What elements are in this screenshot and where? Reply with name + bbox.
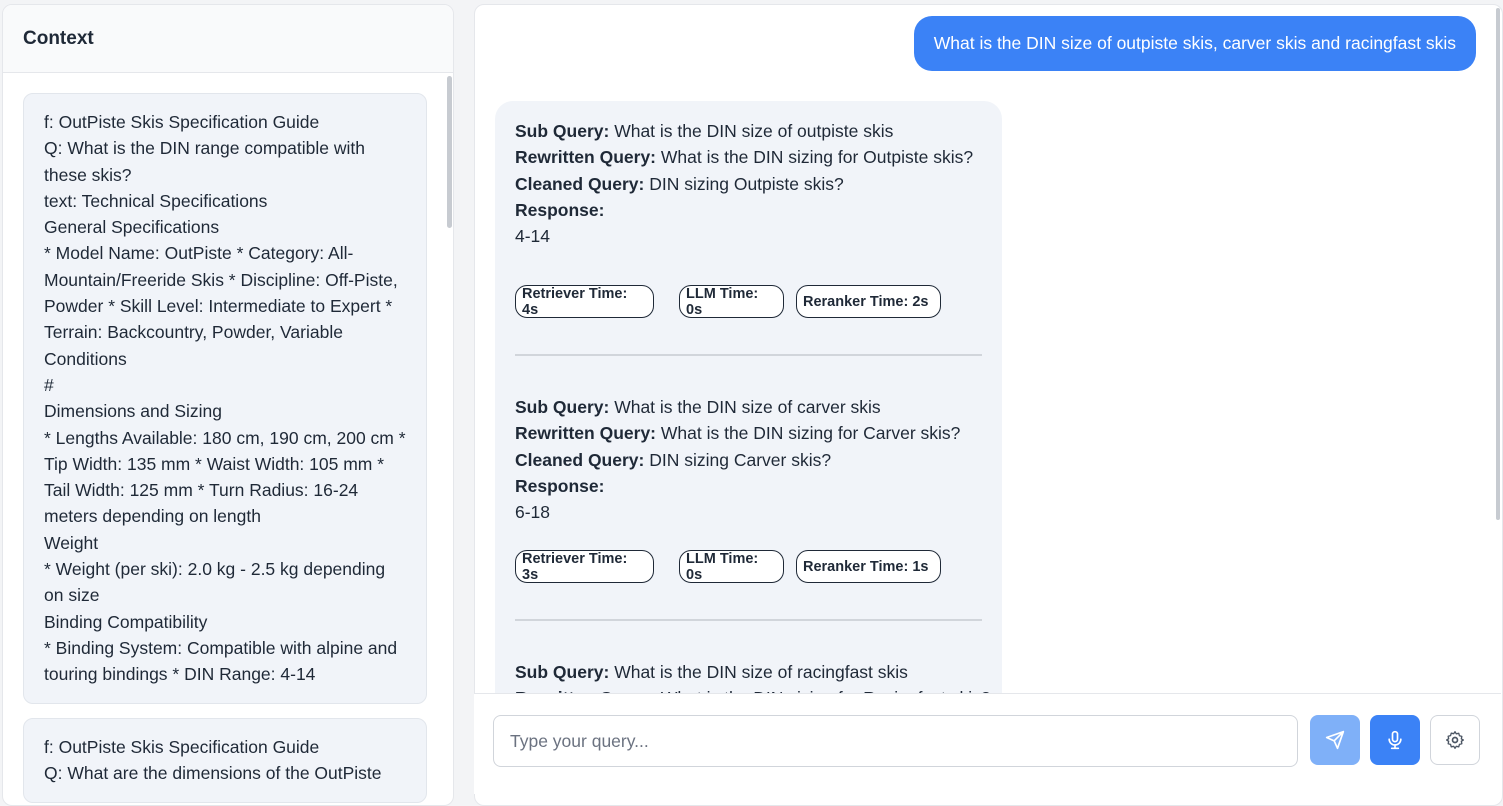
send-icon	[1325, 730, 1345, 750]
context-line: Weight	[44, 532, 99, 553]
response-text: 4-14	[515, 226, 551, 247]
response-label: Response:	[515, 199, 605, 220]
context-line: f: OutPiste Skis Specification Guide	[44, 112, 320, 132]
context-line: Q: What is the DIN range compatible with…	[44, 138, 370, 185]
reranker-time-badge: Reranker Time: 1s	[796, 550, 941, 583]
rewritten-query-text: What is the DIN sizing for Outpiste skis…	[660, 147, 974, 168]
llm-time-badge: LLM Time: 0s	[679, 285, 784, 318]
assistant-response-card: Sub Query: What is the DIN size of outpi…	[495, 101, 1002, 721]
context-line: Binding Compatibility	[44, 611, 208, 632]
retriever-time-badge: Retriever Time: 4s	[515, 285, 654, 318]
reranker-time-badge: Reranker Time: 2s	[796, 285, 941, 318]
rewritten-query-label: Rewritten Query:	[515, 147, 656, 168]
context-line: * Lengths Available: 180 cm, 190 cm, 200…	[44, 427, 411, 527]
user-message: What is the DIN size of outpiste skis, c…	[913, 16, 1476, 71]
context-card: f: OutPiste Skis Specification Guide Q: …	[23, 718, 427, 803]
sub-query-block: Sub Query: What is the DIN size of outpi…	[515, 118, 973, 249]
context-line: * Binding System: Compatible with alpine…	[44, 637, 402, 685]
query-input[interactable]	[493, 715, 1298, 767]
retriever-time-badge: Retriever Time: 3s	[515, 550, 654, 583]
timing-badges: Retriever Time: 4s LLM Time: 0s Reranker…	[515, 285, 941, 318]
cleaned-query-text: DIN sizing Outpiste skis?	[649, 173, 844, 194]
context-scrollbar[interactable]	[447, 76, 452, 228]
sub-query-text: What is the DIN size of carver skis	[614, 397, 881, 417]
sub-query-text: What is the DIN size of outpiste skis	[614, 121, 894, 141]
sub-query-block: Sub Query: What is the DIN size of carve…	[515, 394, 960, 525]
context-line: Q: What are the dimensions of the OutPis…	[44, 763, 382, 784]
sub-query-label: Sub Query:	[515, 397, 610, 417]
context-line: * Model Name: OutPiste * Category: All-M…	[44, 243, 403, 369]
context-line: f: OutPiste Skis Specification Guide	[44, 737, 320, 757]
context-line: #	[44, 374, 54, 395]
timing-badges: Retriever Time: 3s LLM Time: 0s Reranker…	[515, 550, 941, 583]
sub-query-label: Sub Query:	[515, 121, 610, 141]
cleaned-query-label: Cleaned Query:	[515, 173, 645, 194]
cleaned-query-text: DIN sizing Carver skis?	[649, 449, 832, 470]
divider	[515, 619, 982, 621]
chat-panel: What is the DIN size of outpiste skis, c…	[474, 4, 1503, 806]
context-panel: Context f: OutPiste Skis Specification G…	[2, 4, 454, 806]
response-text: 6-18	[515, 502, 551, 523]
microphone-icon	[1388, 730, 1402, 750]
settings-button[interactable]	[1430, 715, 1480, 765]
divider	[515, 354, 982, 356]
sub-query-label: Sub Query:	[515, 662, 610, 682]
context-line: General Specifications	[44, 217, 220, 238]
response-label: Response:	[515, 475, 605, 496]
rewritten-query-label: Rewritten Query:	[515, 423, 656, 444]
context-line: text: Technical Specifications	[44, 190, 268, 211]
context-card: f: OutPiste Skis Specification Guide Q: …	[23, 93, 427, 704]
context-title: Context	[3, 5, 453, 73]
gear-icon	[1446, 731, 1464, 749]
cleaned-query-label: Cleaned Query:	[515, 449, 645, 470]
sub-query-text: What is the DIN size of racingfast skis	[614, 662, 908, 682]
microphone-button[interactable]	[1370, 715, 1420, 765]
chat-scrollbar[interactable]	[1496, 8, 1500, 520]
llm-time-badge: LLM Time: 0s	[679, 550, 784, 583]
query-input-bar	[474, 693, 1501, 794]
rewritten-query-text: What is the DIN sizing for Carver skis?	[660, 423, 961, 444]
context-line: * Weight (per ski): 2.0 kg - 2.5 kg depe…	[44, 559, 390, 606]
context-line: Dimensions and Sizing	[44, 401, 223, 422]
send-button[interactable]	[1310, 715, 1360, 765]
